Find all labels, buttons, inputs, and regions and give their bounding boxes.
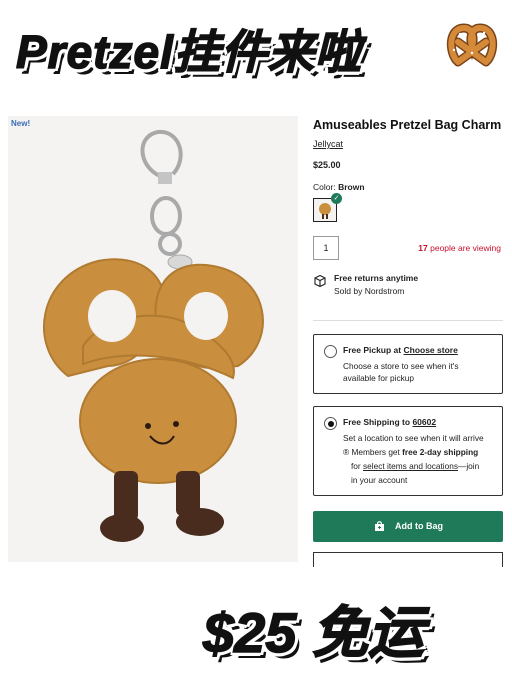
- member-icon: ®: [343, 447, 350, 457]
- zip-link[interactable]: 60602: [412, 417, 436, 427]
- returns-title: Free returns anytime: [334, 273, 419, 283]
- shipping-line2: ® Members get free 2-day shipping: [343, 447, 478, 457]
- product-image[interactable]: New!: [8, 116, 298, 562]
- pickup-radio[interactable]: [324, 345, 337, 358]
- color-label: Color: Brown: [313, 182, 503, 192]
- shipping-line3: for select items and locations—join: [351, 461, 479, 471]
- quantity-row: 1 17 people are viewing: [313, 236, 503, 260]
- add-to-bag-label: Add to Bag: [395, 521, 443, 531]
- returns-seller: Sold by Nordstrom: [334, 286, 405, 296]
- bag-icon: [375, 521, 384, 531]
- choose-store-link[interactable]: Choose store: [403, 345, 457, 355]
- product-price: $25.00: [313, 160, 341, 170]
- brand-link[interactable]: Jellycat: [313, 139, 503, 149]
- returns-box-icon: [314, 274, 326, 288]
- shipping-line3-suffix: —join: [458, 461, 480, 471]
- pretzel-charm-illustration: [43, 129, 264, 542]
- shipping-line4: in your account: [351, 475, 408, 485]
- shipping-option[interactable]: Free Shipping to 60602 Set a location to…: [313, 406, 503, 496]
- pickup-line2: available for pickup: [343, 373, 415, 383]
- viewers-count: 17: [418, 243, 428, 253]
- bottom-banner: $25 免运: [195, 588, 505, 668]
- shipping-radio[interactable]: [324, 417, 337, 430]
- free-2day-text: free 2-day shipping: [402, 447, 479, 457]
- pickup-line1: Choose a store to see when it's: [343, 361, 459, 371]
- next-option-box[interactable]: [313, 552, 503, 567]
- pickup-label: Free Pickup at: [343, 345, 402, 355]
- product-title: Amuseables Pretzel Bag Charm: [313, 118, 502, 132]
- pickup-option[interactable]: Free Pickup at Choose store Choose a sto…: [313, 334, 503, 394]
- shipping-line3-prefix: for: [351, 461, 361, 471]
- pretzel-emoji-icon: [446, 23, 498, 67]
- viewers-text: people are viewing: [430, 243, 501, 253]
- shipping-label: Free Shipping to: [343, 417, 411, 427]
- pickup-title: Free Pickup at Choose store: [343, 345, 458, 355]
- product-details: Amuseables Pretzel Bag Charm Jellycat $2…: [313, 118, 503, 303]
- color-value: Brown: [338, 182, 365, 192]
- headline-text: Pretzel挂件来啦: [15, 25, 362, 79]
- headline-banner: Pretzel挂件来啦: [0, 14, 512, 84]
- quantity-select[interactable]: 1: [313, 236, 339, 260]
- viewers-notice: 17 people are viewing: [418, 243, 501, 253]
- returns-info: Free returns anytime Sold by Nordstrom: [313, 273, 503, 303]
- check-icon: ✓: [331, 193, 342, 204]
- bottom-banner-text: $25 免运: [202, 600, 425, 665]
- shipping-line1: Set a location to see when it will arriv…: [343, 433, 484, 443]
- shipping-title: Free Shipping to 60602: [343, 417, 436, 427]
- color-label-text: Color:: [313, 182, 336, 192]
- shipping-line2-prefix: Members get: [351, 447, 400, 457]
- color-swatch-brown[interactable]: ✓: [313, 193, 342, 222]
- add-to-bag-button[interactable]: Add to Bag: [313, 511, 503, 542]
- divider: [313, 320, 503, 321]
- select-items-link[interactable]: select items and locations: [363, 461, 458, 471]
